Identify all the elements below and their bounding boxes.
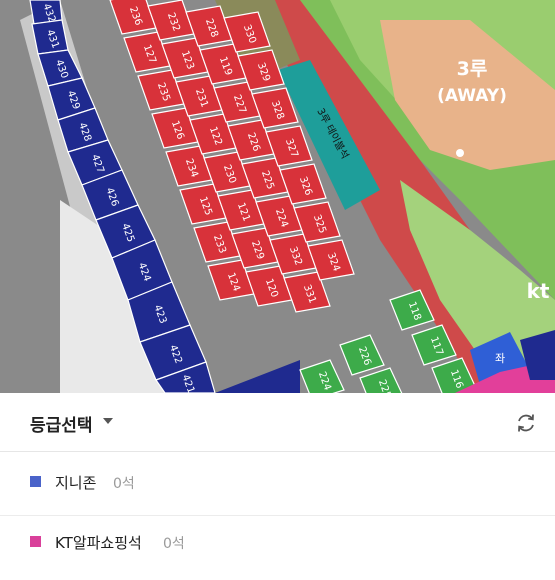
grade-name: 지니존	[55, 474, 97, 492]
refresh-icon[interactable]	[514, 411, 538, 435]
seat-map[interactable]: 3루 테이블석 432 431 430 429 428 427 426 425 424 423 42…	[0, 0, 555, 393]
grade-seat-count: 0석	[113, 476, 135, 492]
grade-panel: 등급선택 지니존 0석 KT알파쇼핑석 0석	[0, 393, 555, 555]
third-base-icon	[456, 149, 464, 157]
grade-color-swatch	[30, 476, 41, 487]
grade-header: 등급선택	[0, 393, 555, 452]
grade-select-title[interactable]: 등급선택	[30, 411, 93, 436]
grade-color-swatch	[30, 536, 41, 547]
chevron-down-icon[interactable]	[103, 418, 113, 424]
grade-item-genie-zone[interactable]: 지니존 0석	[0, 451, 555, 516]
base-sublabel: (AWAY)	[437, 86, 507, 106]
grade-item-kt-alpha-shopping[interactable]: KT알파쇼핑석 0석	[0, 516, 555, 580]
base-label: 3루	[457, 58, 488, 80]
grade-seat-count: 0석	[163, 536, 185, 552]
zone-left-label: 좌	[495, 352, 505, 365]
grade-name: KT알파쇼핑석	[55, 534, 142, 552]
team-logo: kt	[527, 279, 550, 303]
